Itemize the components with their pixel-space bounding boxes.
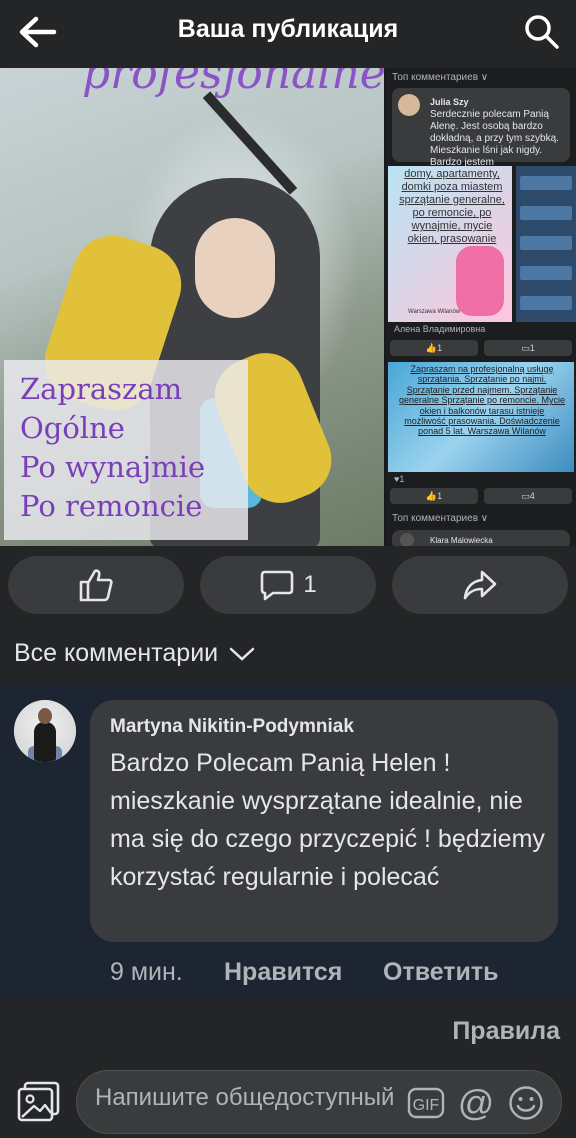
pink-glove <box>456 246 504 316</box>
comments-filter-dropdown[interactable]: Все комментарии <box>14 639 256 668</box>
flyer-signature: Warszawa Wilanów <box>408 309 461 315</box>
screenshot-thumbnail <box>516 166 576 322</box>
thumb-block <box>520 296 572 310</box>
top-comments-label: Топ комментариев ∨ <box>392 513 489 524</box>
comments-filter-label: Все комментарии <box>14 639 219 667</box>
preview-like-pill: 👍1 <box>390 488 478 504</box>
avatar[interactable] <box>14 700 76 762</box>
thumbs-up-icon <box>79 569 113 602</box>
reply-comment-link[interactable]: Ответить <box>383 958 499 987</box>
emoji-icon[interactable] <box>507 1085 545 1121</box>
avatar <box>400 533 414 546</box>
search-icon[interactable] <box>522 12 562 52</box>
caption-line: Po wynajmie <box>20 450 206 484</box>
like-button[interactable] <box>8 556 184 614</box>
caption-line: Po remoncie <box>20 489 203 523</box>
comment-time: 9 мин. <box>110 958 183 986</box>
flyer-image-blue: Zapraszam na profesjonalną usługę sprząt… <box>388 362 574 472</box>
preview-comment-pill: ▭4 <box>484 488 572 504</box>
thumb-block <box>520 266 572 280</box>
chevron-down-icon <box>229 647 255 661</box>
photo-caption-box: Zapraszam Ogólne Po wynajmie Po remoncie <box>4 360 248 540</box>
post-action-bar: 1 <box>0 556 576 614</box>
person-face <box>195 218 275 318</box>
share-button[interactable] <box>392 556 568 614</box>
rules-link[interactable]: Правила <box>452 1017 560 1046</box>
preview-like-count: 1 <box>437 491 443 501</box>
preview-action-row: 👍1 ▭1 <box>390 340 572 356</box>
cleaning-photo[interactable]: profesjonalne Zapraszam Ogólne Po wynajm… <box>0 68 384 546</box>
top-bar: Ваша публикация <box>0 0 576 66</box>
gif-icon[interactable]: GIF <box>407 1085 445 1121</box>
comment-author[interactable]: Martyna Nikitin-Podymniak <box>110 716 354 738</box>
preview-post-author: Алена Владимировна <box>394 324 486 334</box>
comment-text: Bardzo Polecam Panią Helen ! mieszkanie … <box>110 749 545 891</box>
flyer-text: Zapraszam na profesjonalną usługę sprząt… <box>398 364 566 437</box>
preview-comment-author: Klara Malowiecka <box>430 536 493 545</box>
preview-comment: Julia Szy Serdecznie polecam Panią Alenę… <box>392 88 570 168</box>
comment-bubble[interactable]: Martyna Nikitin-Podymniak Bardzo Polecam… <box>90 700 558 942</box>
like-comment-link[interactable]: Нравится <box>224 958 342 987</box>
comment-input[interactable]: Напишите общедоступный GIF @ <box>76 1070 562 1134</box>
comment-button[interactable]: 1 <box>200 556 376 614</box>
photo-headline: profesjonalne <box>82 68 384 99</box>
preview-comment-count: 1 <box>529 343 535 353</box>
caption-line: Ogólne <box>20 411 125 445</box>
preview-comment-text: Serdecznie polecam Panią Alenę. Jest oso… <box>430 109 559 168</box>
preview-like-pill: 👍1 <box>390 340 478 356</box>
share-icon <box>463 570 497 600</box>
mention-label: @ <box>458 1085 495 1121</box>
preview-reaction: ♥1 <box>394 474 405 484</box>
preview-comment-pill: ▭1 <box>484 340 572 356</box>
comment-icon <box>261 570 294 601</box>
post-media[interactable]: profesjonalne Zapraszam Ogólne Po wynajm… <box>0 68 576 546</box>
flyer-image-pink: domy, apartamenty, domki poza miastem sp… <box>388 166 512 322</box>
preview-like-count: 1 <box>437 343 443 353</box>
photo-icon[interactable] <box>16 1080 62 1124</box>
comment-input-placeholder: Напишите общедоступный <box>95 1084 395 1111</box>
thumb-block <box>520 236 572 250</box>
avatar-figure-head <box>38 708 52 724</box>
preview-comment-author: Julia Szy <box>430 97 469 107</box>
preview-reaction-count: 1 <box>399 474 405 484</box>
comment-count: 1 <box>303 571 317 598</box>
preview-comment: Klara Malowiecka <box>392 530 570 546</box>
preview-comment-count: 4 <box>529 491 535 501</box>
mention-icon[interactable]: @ <box>457 1085 495 1121</box>
side-preview[interactable]: Топ комментариев ∨ Julia Szy Serdecznie … <box>386 68 576 546</box>
top-comments-label: Топ комментариев ∨ <box>392 72 489 83</box>
avatar <box>398 94 420 116</box>
thumb-block <box>520 206 572 220</box>
comment-composer: Напишите общедоступный GIF @ <box>0 1064 576 1138</box>
caption-line: Zapraszam <box>20 372 183 406</box>
flyer-text: domy, apartamenty, domki poza miastem sp… <box>399 168 505 245</box>
page-title: Ваша публикация <box>177 15 399 43</box>
avatar-figure-body <box>34 722 56 762</box>
comment-item: Martyna Nikitin-Podymniak Bardzo Polecam… <box>0 686 576 998</box>
gif-label: GIF <box>413 1097 440 1114</box>
preview-action-row: 👍1 ▭4 <box>390 488 572 504</box>
thumb-block <box>520 176 572 190</box>
